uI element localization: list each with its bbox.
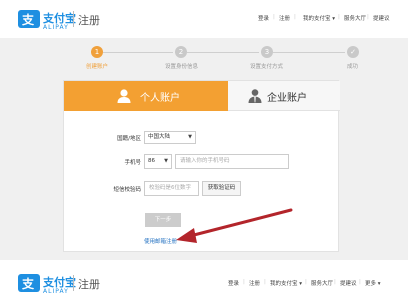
chevron-down-icon: ▼ — [164, 158, 168, 164]
nav-register-link[interactable]: 注册 — [249, 279, 260, 287]
step-3-label: 设置支付方式 — [250, 64, 284, 70]
phone-code-select[interactable]: 86 ▼ — [144, 154, 172, 169]
step-done-label: 成功 — [347, 64, 359, 70]
step-2-label: 设置身份信息 — [165, 64, 199, 70]
phone-label: 手机号 — [124, 160, 141, 166]
tab-enterprise-account[interactable]: 企业账户 — [228, 81, 340, 111]
logo-subtitle: ALIPAY — [43, 24, 69, 31]
nav-feedback-link[interactable]: 提建议 — [373, 14, 390, 22]
tab-enterprise-label: 企业账户 — [267, 93, 307, 104]
step-2-icon: 2 — [175, 46, 187, 58]
page-title: 注册 — [78, 14, 100, 27]
sms-code-label: 短信校验码 — [113, 187, 141, 193]
alipay-logo-icon[interactable]: 支 — [18, 274, 40, 292]
country-select[interactable]: 中国大陆 ▼ — [144, 131, 196, 144]
nav-service-hall-link[interactable]: 服务大厅 — [311, 279, 333, 287]
tab-personal-account[interactable]: 个人账户 — [64, 81, 228, 111]
nav-login-link[interactable]: 登录 — [258, 14, 269, 22]
alipay-logo-icon[interactable]: 支 — [18, 10, 40, 28]
nav-feedback-link[interactable]: 提建议 — [340, 279, 357, 287]
nav-my-alipay-link[interactable]: 我的支付宝 ▾ — [270, 279, 302, 287]
business-person-icon — [248, 89, 262, 103]
step-connector — [187, 52, 259, 53]
step-connector — [273, 52, 345, 53]
step-3-icon: 3 — [261, 46, 273, 58]
next-button[interactable]: 下一步 — [145, 213, 181, 227]
chevron-down-icon: ▼ — [188, 134, 192, 140]
step-1-icon: 1 — [91, 46, 103, 58]
step-connector — [103, 52, 173, 53]
registration-card: 个人账户 企业账户 国籍/地区 中国大陆 ▼ 手机号 86 ▼ 请输入你的手机号… — [63, 80, 340, 252]
nav-service-hall-link[interactable]: 服务大厅 — [344, 14, 366, 22]
phone-input[interactable]: 请输入你的手机号码 — [175, 154, 289, 169]
person-icon — [117, 89, 131, 103]
step-1-label: 创建账户 — [86, 64, 109, 70]
logo-divider — [73, 275, 74, 291]
progress-steps: 1 2 3 ✓ 创建账户 设置身份信息 设置支付方式 成功 — [0, 46, 408, 74]
nav-login-link[interactable]: 登录 — [228, 279, 239, 287]
nav-my-alipay-link[interactable]: 我的支付宝 ▾ — [303, 14, 335, 22]
nav-more-link[interactable]: 更多 ▾ — [365, 279, 381, 287]
logo-divider — [73, 11, 74, 27]
logo-subtitle: ALIPAY — [43, 288, 69, 295]
header: 支 支付宝 ALIPAY 注册 登录 | 注册 | 我的支付宝 ▾ | 服务大厅… — [0, 0, 408, 38]
tab-personal-label: 个人账户 — [140, 93, 180, 104]
nav-register-link[interactable]: 注册 — [279, 14, 290, 22]
get-code-button[interactable]: 获取验证码 — [202, 181, 241, 196]
footer-header: 支 支付宝 ALIPAY 注册 登录 | 注册 | 我的支付宝 ▾ | 服务大厅… — [0, 260, 408, 300]
page-title: 注册 — [78, 278, 100, 291]
step-done-icon: ✓ — [347, 46, 359, 58]
country-label: 国籍/地区 — [117, 136, 141, 142]
email-register-link[interactable]: 使用邮箱注册 — [144, 237, 177, 245]
sms-code-input[interactable]: 校验码是6位数字 — [144, 181, 199, 196]
